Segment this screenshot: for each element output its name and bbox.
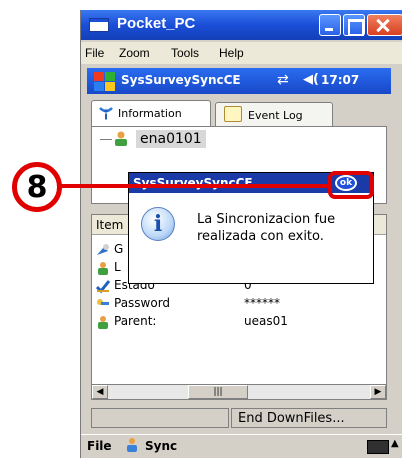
key-icon — [97, 299, 109, 305]
menu-tools[interactable]: Tools — [171, 46, 199, 60]
event-log-icon — [224, 106, 242, 122]
window-title: Pocket_PC — [117, 15, 196, 32]
connectivity-icon[interactable]: ⇄ — [277, 72, 289, 88]
keyboard-icon[interactable] — [367, 440, 389, 454]
window-icon — [89, 18, 109, 32]
user-icon — [115, 131, 127, 146]
user-icon — [98, 262, 108, 275]
softkey-file[interactable]: File — [87, 439, 112, 453]
scroll-left-icon[interactable]: ◀ — [92, 385, 108, 399]
info-icon — [99, 107, 113, 120]
annotation-step-badge: 8 — [12, 162, 62, 212]
status-check-icon — [96, 280, 110, 293]
list-item-key: Password — [114, 296, 171, 310]
user-icon — [98, 316, 108, 329]
menu-bar: File Zoom Tools Help — [81, 42, 402, 64]
softkey-sync[interactable]: Sync — [145, 439, 177, 453]
status-bar: End DownFiles... — [87, 406, 391, 430]
tab-event-log-label: Event Log — [248, 109, 303, 122]
dialog-message: La Sincronizacion fue realizada con exit… — [197, 212, 336, 244]
tab-information-label: Information — [118, 107, 182, 120]
list-item-key: G — [114, 242, 124, 256]
scroll-thumb[interactable]: ||| — [188, 385, 248, 399]
list-item-value: ****** — [244, 296, 280, 310]
input-menu-arrow-icon[interactable]: ▲ — [391, 438, 399, 449]
tree-node-label[interactable]: ena0101 — [136, 130, 206, 148]
status-cell-empty — [91, 408, 229, 428]
annotation-pointer-line — [60, 184, 330, 188]
tab-information[interactable]: Information — [91, 100, 211, 126]
minimize-button[interactable] — [319, 14, 341, 36]
tree-connector — [100, 139, 112, 140]
softkey-bar: File Sync ▲ — [81, 434, 402, 458]
gear-person-icon — [97, 244, 109, 255]
list-item-value: ueas01 — [244, 314, 288, 328]
menu-file[interactable]: File — [85, 46, 104, 60]
horizontal-scrollbar[interactable]: ◀ ||| ▶ — [91, 384, 387, 400]
status-text: End DownFiles... — [231, 408, 387, 428]
annotation-highlight-box — [328, 171, 374, 199]
list-item-key: L — [114, 260, 121, 274]
list-item-key: Parent: — [114, 314, 157, 328]
list-item[interactable]: Password ****** — [92, 295, 386, 313]
scroll-right-icon[interactable]: ▶ — [370, 385, 386, 399]
list-item[interactable]: Parent: ueas01 — [92, 313, 386, 331]
menu-zoom[interactable]: Zoom — [119, 46, 150, 60]
information-icon: i — [141, 207, 175, 241]
maximize-button[interactable] — [343, 14, 365, 36]
close-button[interactable] — [367, 14, 402, 36]
sync-icon — [127, 438, 137, 452]
pocketpc-navigation-bar: SysSurveySyncCE ⇄ ◀( 17:07 — [87, 68, 391, 94]
column-header-item[interactable]: Item — [96, 218, 123, 232]
nav-app-title: SysSurveySyncCE — [121, 73, 241, 87]
title-bar: Pocket_PC — [81, 10, 402, 40]
tab-event-log[interactable]: Event Log — [215, 102, 333, 126]
start-flag-icon[interactable] — [93, 71, 115, 91]
annotation-step-number: 8 — [26, 170, 48, 205]
volume-icon[interactable]: ◀( — [303, 72, 319, 87]
clock[interactable]: 17:07 — [321, 73, 359, 87]
menu-help[interactable]: Help — [219, 46, 244, 60]
